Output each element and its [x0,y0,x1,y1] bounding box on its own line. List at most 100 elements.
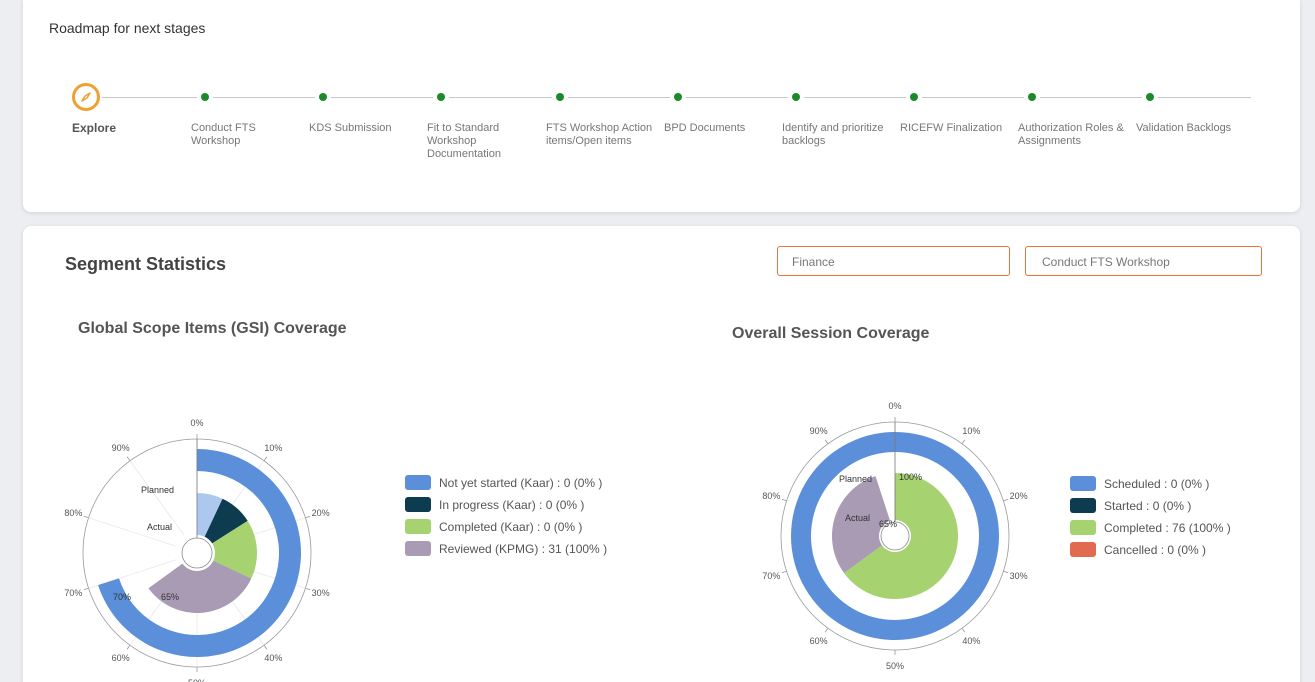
axis-tick-label: 60% [810,636,828,646]
legend-swatch [1070,520,1096,535]
axis-tick [263,644,268,650]
axis-tick-label: 80% [762,491,780,501]
step-connector [213,97,315,98]
axis-tick [961,439,966,445]
step-dot[interactable] [1146,93,1154,101]
axis-tick [1003,498,1009,502]
legend-item[interactable]: Started : 0 (0% ) [1070,498,1231,513]
axis-tick-label: 0% [888,402,901,411]
planned-percent-label: 100% [899,472,922,482]
legend-label: Not yet started (Kaar) : 0 (0% ) [439,475,603,490]
roadmap-stepper: Explore Conduct FTS Workshop KDS Submissio… [23,80,1300,200]
legend-swatch [1070,476,1096,491]
chart-center-hole [181,537,213,569]
legend-label: Completed : 76 (100% ) [1104,520,1231,535]
axis-tick-label: 40% [962,636,980,646]
roadmap-card: Roadmap for next stages Explore Conduct F… [23,0,1300,212]
legend-label: Scheduled : 0 (0% ) [1104,476,1210,491]
session-legend: Scheduled : 0 (0% ) Started : 0 (0% ) Comp… [1070,476,1231,564]
step-label[interactable]: Authorization Roles & Assignments [1018,122,1128,148]
axis-tick-label: 20% [1010,491,1028,501]
axis-tick-label: 60% [112,653,130,663]
axis-tick-label: 30% [1010,571,1028,581]
legend-item[interactable]: Completed (Kaar) : 0 (0% ) [405,519,607,534]
legend-swatch [405,519,431,534]
axis-tick-label: 80% [64,508,82,518]
step-connector [1158,97,1251,98]
axis-tick [781,498,787,502]
stage-filter-input[interactable]: Conduct FTS Workshop [1025,246,1262,276]
step-label[interactable]: FTS Workshop Action items/Open items [546,122,656,148]
planned-percent-label: 70% [113,592,131,602]
axis-tick [1003,570,1009,574]
legend-swatch [405,541,431,556]
session-chart-title: Overall Session Coverage [732,325,930,342]
axis-tick [126,456,131,462]
legend-swatch [405,497,431,512]
legend-label: Cancelled : 0 (0% ) [1104,542,1207,557]
axis-tick [263,456,268,462]
axis-tick [305,515,311,519]
legend-item[interactable]: Reviewed (KPMG) : 31 (100% ) [405,541,607,556]
axis-tick-label: 10% [962,426,980,436]
step-label[interactable]: Fit to Standard Workshop Documentation [427,122,537,161]
legend-item[interactable]: Scheduled : 0 (0% ) [1070,476,1231,491]
axis-tick-label: 70% [64,588,82,598]
planned-label: Planned [141,485,174,495]
step-dot[interactable] [437,93,445,101]
segment-statistics-card: Segment Statistics Finance Conduct FTS W… [23,226,1300,682]
axis-tick [824,627,829,633]
step-connector [331,97,433,98]
compass-icon[interactable] [72,83,100,111]
actual-label: Actual [845,513,870,523]
step-label[interactable]: Conduct FTS Workshop [191,122,301,148]
step-dot[interactable] [201,93,209,101]
step-label[interactable]: Validation Backlogs [1136,122,1246,135]
step-connector [568,97,670,98]
axis-tick-label: 70% [762,571,780,581]
step-dot[interactable] [1028,93,1036,101]
gsi-coverage-chart: 0% 10% 20% 30% 40% 50% 60% 70% 80% 90% Planned Actu… [64,418,330,682]
axis-tick-label: 20% [312,508,330,518]
legend-swatch [405,475,431,490]
axis-tick-label: 90% [810,426,828,436]
step-connector [922,97,1024,98]
step-dot[interactable] [792,93,800,101]
legend-swatch [1070,542,1096,557]
step-dot[interactable] [910,93,918,101]
axis-tick-label: 40% [264,653,282,663]
step-label[interactable]: Explore [72,122,182,135]
axis-tick [83,515,89,519]
legend-label: Started : 0 (0% ) [1104,498,1192,513]
step-label[interactable]: KDS Submission [309,122,419,135]
step-dot[interactable] [556,93,564,101]
step-connector [1040,97,1142,98]
axis-tick [83,587,89,591]
axis-tick-label: 30% [312,588,330,598]
axis-tick-label: 10% [264,443,282,453]
step-dot[interactable] [674,93,682,101]
legend-item[interactable]: In progress (Kaar) : 0 (0% ) [405,497,607,512]
axis-tick [781,570,787,574]
axis-tick [305,587,311,591]
planned-label: Planned [839,474,872,484]
legend-label: Completed (Kaar) : 0 (0% ) [439,519,583,534]
legend-item[interactable]: Not yet started (Kaar) : 0 (0% ) [405,475,607,490]
legend-swatch [1070,498,1096,513]
legend-item[interactable]: Cancelled : 0 (0% ) [1070,542,1231,557]
actual-label: Actual [147,522,172,532]
step-dot[interactable] [319,93,327,101]
actual-percent-label: 65% [161,592,179,602]
step-label[interactable]: BPD Documents [664,122,774,135]
legend-item[interactable]: Completed : 76 (100% ) [1070,520,1231,535]
step-label[interactable]: RICEFW Finalization [900,122,1010,135]
step-label[interactable]: Identify and prioritize backlogs [782,122,892,148]
axis-tick [961,627,966,633]
step-connector [804,97,906,98]
actual-percent-label: 65% [879,519,897,529]
segment-filter-input[interactable]: Finance [777,246,1010,276]
axis-tick [126,644,131,650]
roadmap-title: Roadmap for next stages [49,20,206,36]
legend-label: Reviewed (KPMG) : 31 (100% ) [439,541,608,556]
axis-tick-label: 50% [886,661,904,671]
